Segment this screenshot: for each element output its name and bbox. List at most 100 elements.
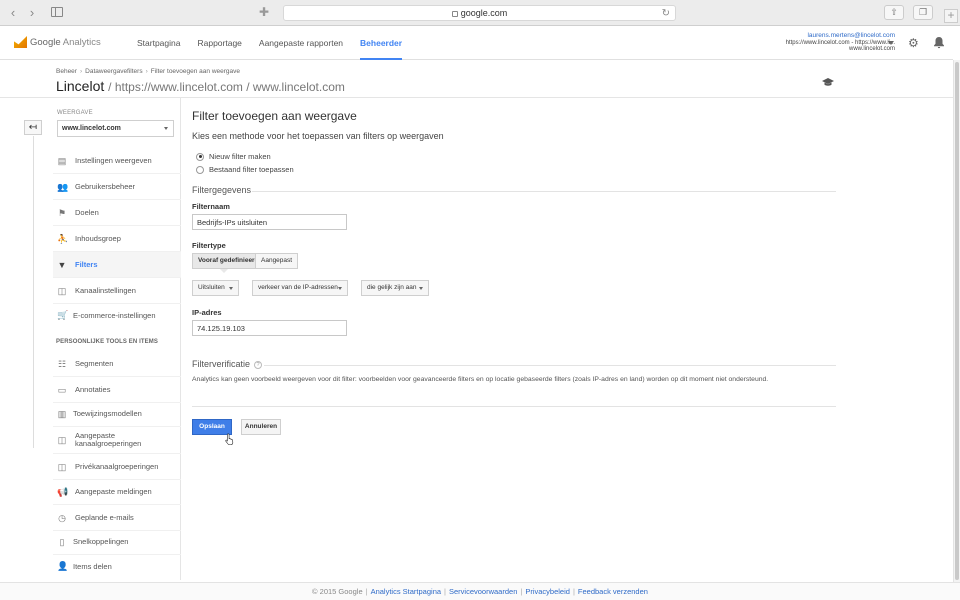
sidebar-item-meldingen[interactable]: 📢 Aangepaste meldingen (53, 479, 181, 505)
nav-beheerder[interactable]: Beheerder (360, 27, 403, 60)
new-tab-icon[interactable]: + (944, 9, 958, 23)
sidebar-toggle-icon[interactable] (51, 7, 63, 17)
chevron-down-icon (338, 287, 342, 290)
section-divider (252, 191, 836, 192)
flag-icon: ⚑ (57, 207, 67, 218)
view-select[interactable]: www.lincelot.com (57, 120, 174, 137)
copyright: © 2015 Google (312, 587, 363, 596)
source-dropdown-value: verkeer van de IP-adressen (258, 284, 338, 291)
sidebar-item-geplande-emails[interactable]: ◷ Geplande e-mails (53, 505, 181, 531)
ga-logo[interactable]: Google Analytics (14, 36, 101, 48)
expression-dropdown[interactable]: die gelijk zijn aan (361, 280, 429, 296)
section-title: PERSOONLIJKE TOOLS EN ITEMS (56, 339, 158, 345)
share-user-icon: 👤 (57, 561, 69, 571)
sidebar-item-label: Gebruikersbeheer (75, 182, 136, 191)
source-dropdown[interactable]: verkeer van de IP-adressen (252, 280, 348, 296)
form-divider (192, 406, 836, 407)
sidebar-item-privekanaal[interactable]: ◫ Privékanaalgroeperingen (53, 454, 181, 480)
breadcrumb-item[interactable]: Dataweergavefilters (85, 68, 142, 75)
sidebar-item-items-delen[interactable]: 👤 Items delen (53, 553, 181, 579)
filter-icon: ▼ (57, 259, 67, 270)
back-button[interactable]: ↤ (24, 120, 42, 135)
footer-link-voorwaarden[interactable]: Servicevoorwaarden (449, 587, 517, 596)
cancel-button[interactable]: Annuleren (241, 419, 281, 435)
graduation-cap-icon[interactable] (822, 78, 834, 87)
ip-address-input[interactable] (192, 320, 347, 336)
sidebar-item-label: Annotaties (75, 385, 111, 394)
footer: © 2015 Google | Analytics Startpagina | Serv… (0, 582, 960, 600)
radio-existing-filter[interactable]: Bestaand filter toepassen (196, 165, 294, 174)
sidebar-item-label: Kanaalinstellingen (75, 286, 136, 295)
filter-name-input[interactable] (192, 214, 347, 230)
sidebar-divider (33, 136, 34, 448)
tab-aangepast[interactable]: Aangepast (255, 253, 299, 269)
back-arrow-icon[interactable]: ‹ (6, 5, 20, 21)
nav-aangepaste-rapporten[interactable]: Aangepaste rapporten (259, 27, 343, 60)
channel-group-icon: ◫ (57, 434, 67, 445)
sidebar-item-aangepaste-kanaalgroeperingen[interactable]: ◫ Aangepaste kanaalgroeperingen (53, 426, 181, 454)
filter-name-label: Filternaam (192, 202, 230, 211)
tabs-overview-icon[interactable]: ❐ (913, 5, 933, 20)
chevron-down-icon (419, 287, 423, 290)
sidebar-item-label: Snelkoppelingen (73, 537, 129, 546)
shortcut-icon: ▯ (59, 536, 65, 547)
nav-rapportage[interactable]: Rapportage (197, 27, 241, 60)
footer-link-feedback[interactable]: Feedback verzenden (578, 587, 648, 596)
sidebar-item-label: Aangepaste meldingen (75, 487, 152, 496)
gear-icon[interactable]: ⚙ (908, 37, 920, 49)
breadcrumb-item[interactable]: Beheer (56, 68, 77, 75)
forward-arrow-icon[interactable]: › (25, 5, 39, 21)
sidebar-item-inhoudsgroep[interactable]: ⛹ Inhoudsgroep (53, 226, 181, 252)
nav-startpagina[interactable]: Startpagina (137, 27, 180, 60)
expression-dropdown-value: die gelijk zijn aan (367, 284, 417, 291)
form-title: Filter toevoegen aan weergave (192, 109, 357, 123)
tab-vooraf-gedefinieerd[interactable]: Vooraf gedefinieerd (192, 253, 265, 269)
sidebar-item-gebruikers[interactable]: 👥 Gebruikersbeheer (53, 174, 181, 200)
sidebar-item-instellingen[interactable]: ▤ Instellingen weergeven (53, 148, 181, 174)
action-dropdown-value: Uitsluiten (198, 284, 225, 291)
radio-button[interactable] (196, 165, 204, 174)
action-dropdown[interactable]: Uitsluiten (192, 280, 239, 296)
bell-icon[interactable] (933, 36, 945, 49)
help-icon[interactable]: ? (254, 361, 263, 369)
property-name: Lincelot (56, 78, 105, 94)
breadcrumb-item: Filter toevoegen aan weergave (150, 68, 241, 75)
sidebar-item-segmenten[interactable]: ☷ Segmenten (53, 351, 181, 377)
radio-label: Bestaand filter toepassen (209, 165, 294, 174)
scrollbar-thumb[interactable] (955, 62, 959, 580)
sidebar-item-annotaties[interactable]: ▭ Annotaties (53, 377, 181, 403)
channel-icon: ◫ (57, 285, 67, 296)
bars-icon: ▥ (57, 408, 67, 419)
view-label: WEERGAVE (57, 110, 93, 116)
radio-button[interactable] (196, 152, 204, 161)
sidebar-item-toewijzing[interactable]: ▥ Toewijzingsmodellen (53, 401, 181, 427)
lock-icon (451, 10, 458, 17)
sidebar-item-snelkoppelingen[interactable]: ▯ Snelkoppelingen (53, 529, 181, 555)
address-bar[interactable]: google.com ↻ (283, 5, 676, 21)
sidebar-item-label: Items delen (73, 561, 112, 571)
account-view: www.lincelot.com (848, 46, 895, 52)
page-heading: Beheer › Dataweergavefilters › Filter toevoe… (0, 61, 953, 98)
account-switcher[interactable]: laurens.mertens@lincelot.com https://www… (786, 32, 895, 53)
reload-icon[interactable]: ↻ (662, 7, 670, 21)
browser-toolbar: ‹ › ✚ google.com ↻ ⇧ ❐ + (0, 0, 960, 26)
breadcrumb: Beheer › Dataweergavefilters › Filter toevoe… (56, 68, 241, 75)
sidebar-item-label: Segmenten (75, 359, 114, 368)
section-title-text: Filterverificatie (192, 359, 251, 369)
sidebar-item-label: Toewijzingsmodellen (73, 409, 142, 418)
radio-new-filter[interactable]: Nieuw filter maken (196, 152, 271, 161)
address-text: google.com (460, 8, 508, 18)
share-icon[interactable]: ⇧ (884, 5, 904, 20)
section-filtergegevens: Filtergegevens (192, 185, 252, 195)
sidebar: ↤ WEERGAVE www.lincelot.com ▤ Instelling… (0, 98, 181, 580)
chevron-down-icon[interactable] (888, 41, 894, 45)
footer-link-privacy[interactable]: Privacybeleid (525, 587, 570, 596)
sidebar-item-filters[interactable]: ▼ Filters (53, 252, 181, 278)
sidebar-item-label: E-commerce-instellingen (73, 310, 156, 320)
sidebar-item-doelen[interactable]: ⚑ Doelen (53, 200, 181, 226)
extension-icon[interactable]: ✚ (259, 6, 271, 18)
sidebar-item-ecommerce[interactable]: 🛒 E-commerce-instellingen (53, 302, 181, 328)
sidebar-item-kanaal[interactable]: ◫ Kanaalinstellingen (53, 278, 181, 304)
vertical-scrollbar[interactable] (953, 60, 960, 582)
footer-link-startpagina[interactable]: Analytics Startpagina (371, 587, 441, 596)
